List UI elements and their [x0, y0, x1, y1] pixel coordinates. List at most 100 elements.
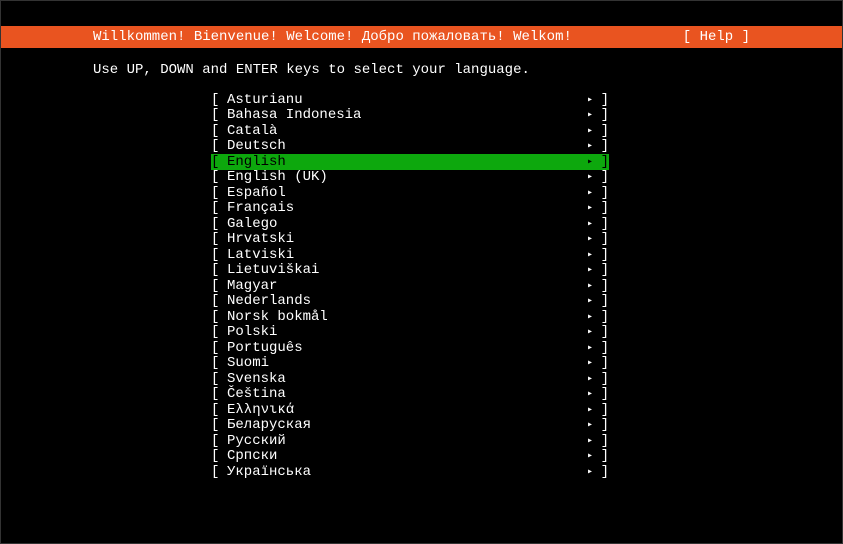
language-label: English (UK) — [227, 169, 577, 185]
language-item[interactable]: [ Asturianu▸ ] — [211, 92, 609, 108]
language-item[interactable]: [ Norsk bokmål▸ ] — [211, 309, 609, 325]
bracket-open: [ — [211, 371, 227, 387]
language-item[interactable]: [ Deutsch▸ ] — [211, 139, 609, 155]
bracket-close: ] — [593, 169, 609, 185]
language-label: Lietuviškai — [227, 262, 577, 278]
language-item[interactable]: [ Nederlands▸ ] — [211, 294, 609, 310]
language-item[interactable]: [ English (UK)▸ ] — [211, 170, 609, 186]
language-item[interactable]: [ Беларуская▸ ] — [211, 418, 609, 434]
bracket-close: ] — [593, 216, 609, 232]
triangle-right-icon: ▸ — [577, 450, 593, 462]
language-item[interactable]: [ Magyar▸ ] — [211, 278, 609, 294]
bracket-open: [ — [211, 123, 227, 139]
language-item[interactable]: [ Català▸ ] — [211, 123, 609, 139]
bracket-close: ] — [593, 123, 609, 139]
bracket-open: [ — [211, 386, 227, 402]
bracket-open: [ — [211, 200, 227, 216]
language-label: Svenska — [227, 371, 577, 387]
triangle-right-icon: ▸ — [577, 140, 593, 152]
triangle-right-icon: ▸ — [577, 295, 593, 307]
triangle-right-icon: ▸ — [577, 280, 593, 292]
bracket-open: [ — [211, 247, 227, 263]
language-item[interactable]: [ Lietuviškai▸ ] — [211, 263, 609, 279]
bracket-close: ] — [593, 448, 609, 464]
language-label: Asturianu — [227, 92, 577, 108]
language-label: Latviski — [227, 247, 577, 263]
bracket-close: ] — [593, 417, 609, 433]
language-label: Magyar — [227, 278, 577, 294]
bracket-open: [ — [211, 355, 227, 371]
bracket-open: [ — [211, 138, 227, 154]
triangle-right-icon: ▸ — [577, 357, 593, 369]
bracket-open: [ — [211, 402, 227, 418]
language-label: Català — [227, 123, 577, 139]
bracket-close: ] — [593, 386, 609, 402]
language-item[interactable]: [ Hrvatski▸ ] — [211, 232, 609, 248]
triangle-right-icon: ▸ — [577, 94, 593, 106]
bracket-close: ] — [593, 247, 609, 263]
language-list: [ Asturianu▸ ][ Bahasa Indonesia▸ ][ Cat… — [211, 92, 842, 480]
instruction-text: Use UP, DOWN and ENTER keys to select yo… — [93, 62, 842, 78]
language-label: Српски — [227, 448, 577, 464]
language-item[interactable]: [ Bahasa Indonesia▸ ] — [211, 108, 609, 124]
triangle-right-icon: ▸ — [577, 125, 593, 137]
language-label: Ελληνικά — [227, 402, 577, 418]
language-label: Deutsch — [227, 138, 577, 154]
bracket-close: ] — [593, 309, 609, 325]
language-label: Nederlands — [227, 293, 577, 309]
language-label: Français — [227, 200, 577, 216]
triangle-right-icon: ▸ — [577, 326, 593, 338]
language-item[interactable]: [ Suomi▸ ] — [211, 356, 609, 372]
welcome-title: Willkommen! Bienvenue! Welcome! Добро по… — [93, 29, 572, 45]
bracket-open: [ — [211, 433, 227, 449]
bracket-open: [ — [211, 464, 227, 480]
help-button[interactable]: [ Help ] — [683, 29, 750, 45]
bracket-close: ] — [593, 200, 609, 216]
bracket-close: ] — [593, 371, 609, 387]
language-item[interactable]: [ Latviski▸ ] — [211, 247, 609, 263]
language-item[interactable]: [ Ελληνικά▸ ] — [211, 402, 609, 418]
triangle-right-icon: ▸ — [577, 466, 593, 478]
triangle-right-icon: ▸ — [577, 156, 593, 168]
language-item[interactable]: [ Српски▸ ] — [211, 449, 609, 465]
bracket-close: ] — [593, 340, 609, 356]
language-label: Español — [227, 185, 577, 201]
bracket-open: [ — [211, 231, 227, 247]
triangle-right-icon: ▸ — [577, 202, 593, 214]
language-item[interactable]: [ Português▸ ] — [211, 340, 609, 356]
bracket-close: ] — [593, 324, 609, 340]
bracket-open: [ — [211, 340, 227, 356]
bracket-open: [ — [211, 216, 227, 232]
triangle-right-icon: ▸ — [577, 171, 593, 183]
triangle-right-icon: ▸ — [577, 187, 593, 199]
language-item[interactable]: [ Galego▸ ] — [211, 216, 609, 232]
language-label: Hrvatski — [227, 231, 577, 247]
language-item[interactable]: [ English▸ ] — [211, 154, 609, 170]
language-item[interactable]: [ Čeština▸ ] — [211, 387, 609, 403]
bracket-close: ] — [593, 278, 609, 294]
language-item[interactable]: [ Svenska▸ ] — [211, 371, 609, 387]
language-label: Čeština — [227, 386, 577, 402]
bracket-open: [ — [211, 293, 227, 309]
bracket-close: ] — [593, 433, 609, 449]
language-label: Português — [227, 340, 577, 356]
language-label: Galego — [227, 216, 577, 232]
language-item[interactable]: [ Русский▸ ] — [211, 433, 609, 449]
triangle-right-icon: ▸ — [577, 435, 593, 447]
triangle-right-icon: ▸ — [577, 249, 593, 261]
language-item[interactable]: [ Polski▸ ] — [211, 325, 609, 341]
language-label: Bahasa Indonesia — [227, 107, 577, 123]
language-item[interactable]: [ Français▸ ] — [211, 201, 609, 217]
bracket-open: [ — [211, 324, 227, 340]
bracket-close: ] — [593, 293, 609, 309]
language-item[interactable]: [ Українська▸ ] — [211, 464, 609, 480]
language-item[interactable]: [ Español▸ ] — [211, 185, 609, 201]
triangle-right-icon: ▸ — [577, 388, 593, 400]
language-label: Русский — [227, 433, 577, 449]
bracket-open: [ — [211, 92, 227, 108]
bracket-open: [ — [211, 107, 227, 123]
triangle-right-icon: ▸ — [577, 233, 593, 245]
bracket-open: [ — [211, 448, 227, 464]
triangle-right-icon: ▸ — [577, 109, 593, 121]
bracket-close: ] — [593, 138, 609, 154]
